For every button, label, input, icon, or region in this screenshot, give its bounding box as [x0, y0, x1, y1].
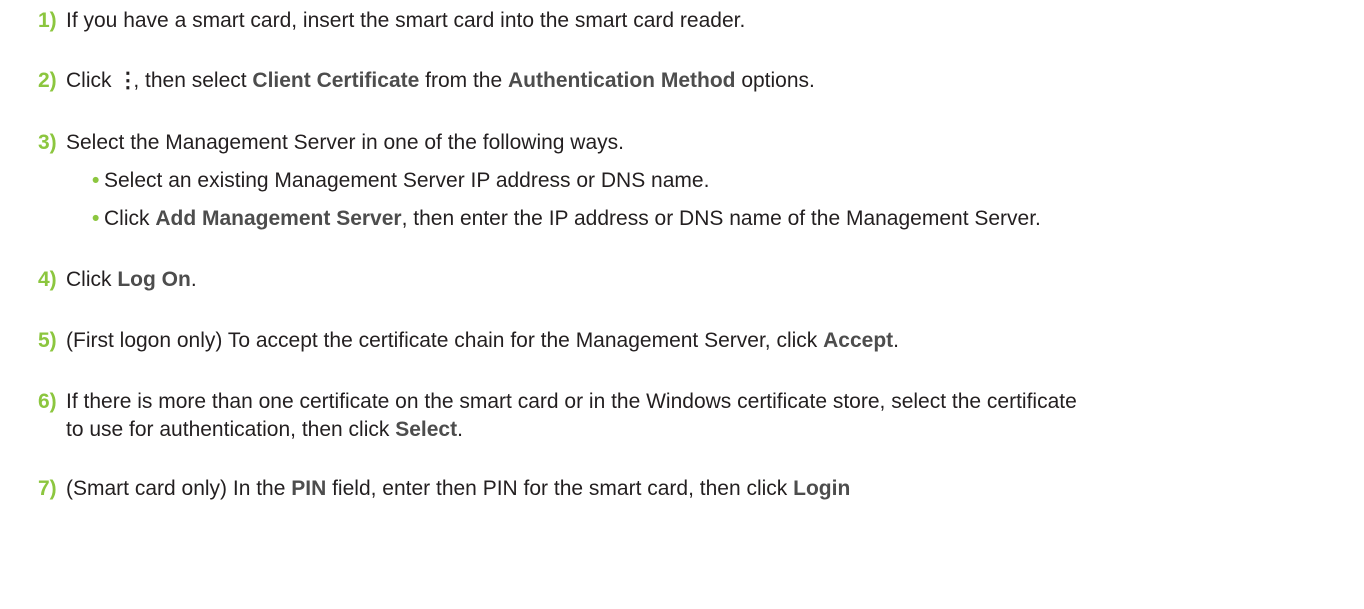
step-number: 5)	[38, 329, 57, 352]
bullet-icon: •	[92, 169, 100, 192]
bullet-text: Click Add Management Server, then enter …	[104, 207, 1041, 230]
step-text: Click ⋮, then select Client Certificate …	[66, 67, 1346, 95]
step-number: 7)	[38, 477, 57, 500]
step-6-continuation: to use for authentication, then click Se…	[66, 418, 463, 441]
step-number: 1)	[38, 9, 57, 32]
ui-term: PIN	[291, 477, 327, 500]
ui-term: Authentication Method	[508, 69, 736, 92]
ui-term: Login	[793, 477, 851, 500]
ui-term: Accept	[823, 329, 894, 352]
step-text: Click Log On.	[66, 268, 197, 291]
step-number: 2)	[38, 69, 57, 92]
step-text: If you have a smart card, insert the sma…	[66, 9, 746, 32]
bullet-text: Select an existing Management Server IP …	[104, 169, 710, 192]
bullet-icon: •	[92, 207, 100, 230]
ui-term: Select	[395, 418, 458, 441]
more-options-icon: ⋮	[117, 69, 139, 92]
step-text: (Smart card only) In the PIN field, ente…	[66, 477, 851, 500]
step-number: 6)	[38, 390, 57, 413]
step-text-line-1: If there is more than one certificate on…	[66, 390, 1077, 413]
step-text: Select the Management Server in one of t…	[66, 131, 624, 154]
ui-term: Add Management Server	[155, 207, 402, 230]
step-number: 3)	[38, 131, 57, 154]
procedure-steps: 1) If you have a smart card, insert the …	[0, 0, 1364, 609]
ui-term: Log On	[117, 268, 191, 291]
step-text: (First logon only) To accept the certifi…	[66, 329, 900, 352]
step-number: 4)	[38, 268, 57, 291]
ui-term: Client Certificate	[252, 69, 420, 92]
